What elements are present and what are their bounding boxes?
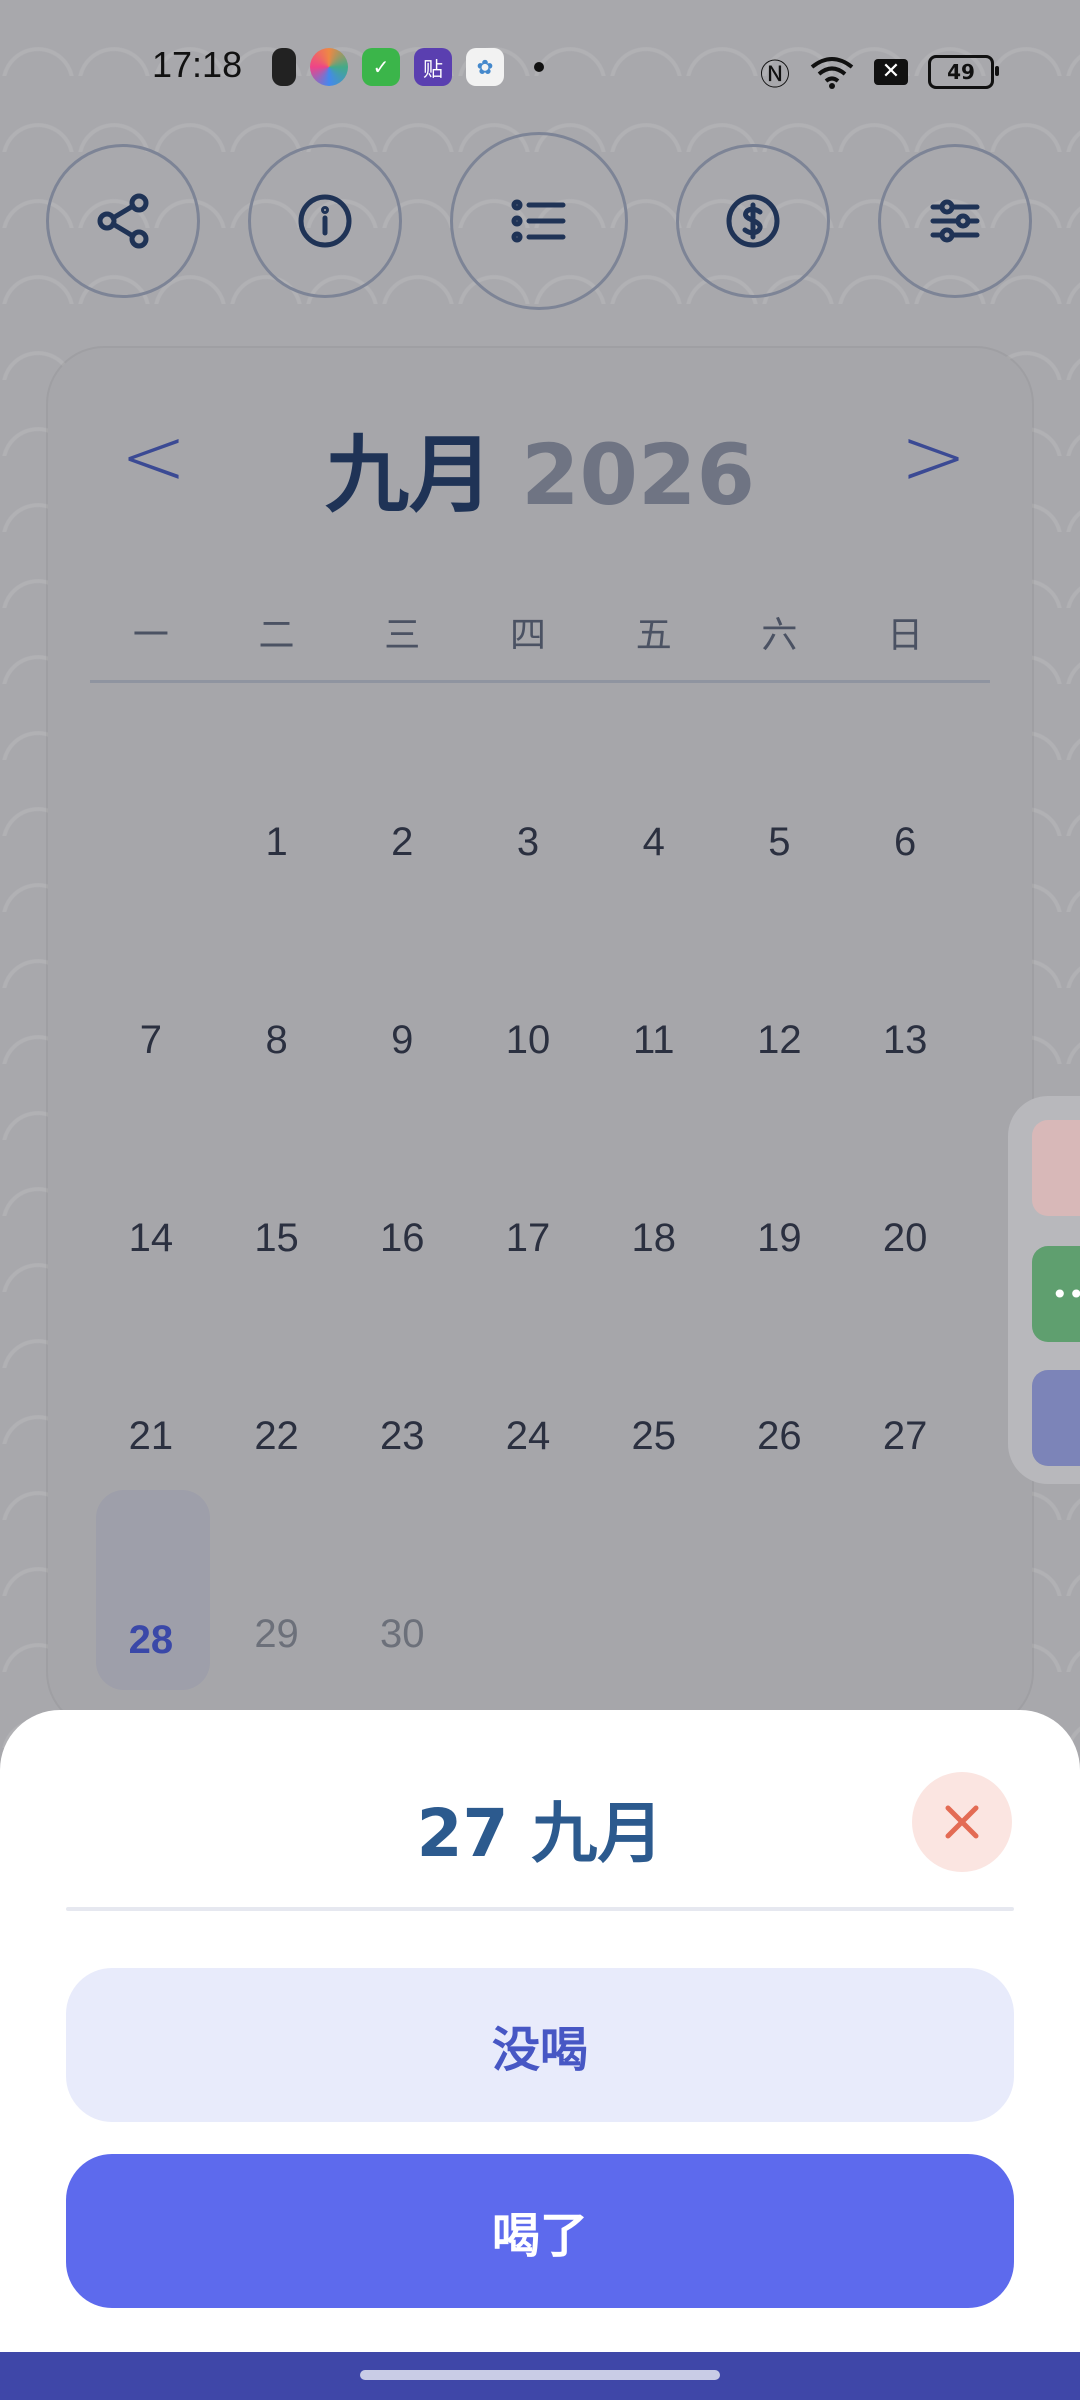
cat-app-icon[interactable] xyxy=(1032,1370,1080,1466)
calendar-day[interactable]: 4 xyxy=(591,820,717,1018)
weekday-label: 四 xyxy=(509,615,546,656)
calendar-day[interactable]: 15 xyxy=(214,1216,340,1414)
calendar-day[interactable]: 10 xyxy=(465,1018,591,1216)
calendar-day[interactable]: 25 xyxy=(591,1414,717,1612)
weekday-header: 一 二 三 四 五 六 日 xyxy=(88,606,968,658)
calendar-day[interactable]: 6 xyxy=(842,820,968,1018)
weekday-label: 二 xyxy=(258,615,295,656)
empty-day xyxy=(88,820,214,1018)
year-label: 2026 xyxy=(521,426,755,524)
weekday-label: 六 xyxy=(761,615,798,656)
nfc-icon: Ⓝ xyxy=(760,58,790,93)
weekday-label: 日 xyxy=(887,615,924,656)
calendar-day[interactable]: 22 xyxy=(214,1414,340,1612)
list-button[interactable] xyxy=(450,132,628,310)
calendar-grid: 1 2 3 4 5 6 7 8 9 10 11 12 13 14 15 16 1… xyxy=(88,820,968,1810)
drunk-button[interactable]: 喝了 xyxy=(66,2154,1014,2308)
shield-icon: ✓ xyxy=(362,48,400,86)
settings-sliders-button[interactable] xyxy=(878,144,1032,298)
home-indicator[interactable] xyxy=(360,2370,720,2380)
calendar-day[interactable]: 1 xyxy=(214,820,340,1018)
dollar-icon xyxy=(726,194,780,248)
color-wheel-icon xyxy=(310,48,348,86)
calendar-day[interactable]: 16 xyxy=(339,1216,465,1414)
calendar-day[interactable]: 18 xyxy=(591,1216,717,1414)
calendar-day[interactable]: 5 xyxy=(717,820,843,1018)
share-icon xyxy=(97,193,149,249)
calendar-day[interactable]: 26 xyxy=(717,1414,843,1612)
dollar-button[interactable] xyxy=(676,144,830,298)
calendar-day[interactable]: 14 xyxy=(88,1216,214,1414)
sheet-divider xyxy=(66,1907,1014,1911)
floating-app-panel[interactable]: •• xyxy=(1008,1096,1080,1484)
notification-icons: ✓ 贴 ✿ xyxy=(272,48,544,86)
no-sim-icon: ✕ xyxy=(874,59,908,85)
wifi-icon xyxy=(810,57,854,89)
clock: 17:18 xyxy=(152,44,243,85)
cloud-icon: ✿ xyxy=(466,48,504,86)
calendar-day[interactable]: 11 xyxy=(591,1018,717,1216)
close-icon xyxy=(945,1805,979,1839)
month-title: 九月 2026 xyxy=(0,408,1080,529)
sliders-icon xyxy=(930,199,980,243)
cup-icon xyxy=(272,48,296,86)
calendar-day[interactable]: 8 xyxy=(214,1018,340,1216)
info-icon xyxy=(298,194,352,248)
calendar-day[interactable]: 20 xyxy=(842,1216,968,1414)
close-button[interactable] xyxy=(912,1772,1012,1872)
calendar-day[interactable]: 23 xyxy=(339,1414,465,1612)
share-button[interactable] xyxy=(46,144,200,298)
weekday-label: 三 xyxy=(384,615,421,656)
battery-icon: 49 xyxy=(928,55,999,89)
calendar-day[interactable]: 12 xyxy=(717,1018,843,1216)
calendar-day[interactable]: 3 xyxy=(465,820,591,1018)
weekday-label: 一 xyxy=(132,615,169,656)
weekday-label: 五 xyxy=(635,615,672,656)
not-drunk-button[interactable]: 没喝 xyxy=(66,1968,1014,2122)
system-icons: Ⓝ ✕ 49 xyxy=(760,50,999,94)
calendar-day[interactable]: 24 xyxy=(465,1414,591,1612)
info-button[interactable] xyxy=(248,144,402,298)
battery-level: 49 xyxy=(947,60,975,84)
calendar-day[interactable]: 27 xyxy=(842,1414,968,1612)
calendar-day[interactable]: 13 xyxy=(842,1018,968,1216)
chat-app-icon[interactable]: •• xyxy=(1032,1246,1080,1342)
more-dot xyxy=(534,62,544,72)
month-label: 九月 xyxy=(325,426,494,524)
calendar-day[interactable]: 17 xyxy=(465,1216,591,1414)
calendar-day[interactable]: 2 xyxy=(339,820,465,1018)
tie-icon: 贴 xyxy=(414,48,452,86)
calendar-divider xyxy=(90,680,990,683)
calendar-day[interactable]: 19 xyxy=(717,1216,843,1414)
list-icon xyxy=(511,199,566,243)
status-bar: 17:18 ✓ 贴 ✿ Ⓝ ✕ 49 xyxy=(0,0,1080,136)
today-number: 28 xyxy=(128,1618,174,1662)
calendar-day[interactable]: 7 xyxy=(88,1018,214,1216)
avatar-app-icon[interactable] xyxy=(1032,1120,1080,1216)
calendar-day[interactable]: 9 xyxy=(339,1018,465,1216)
